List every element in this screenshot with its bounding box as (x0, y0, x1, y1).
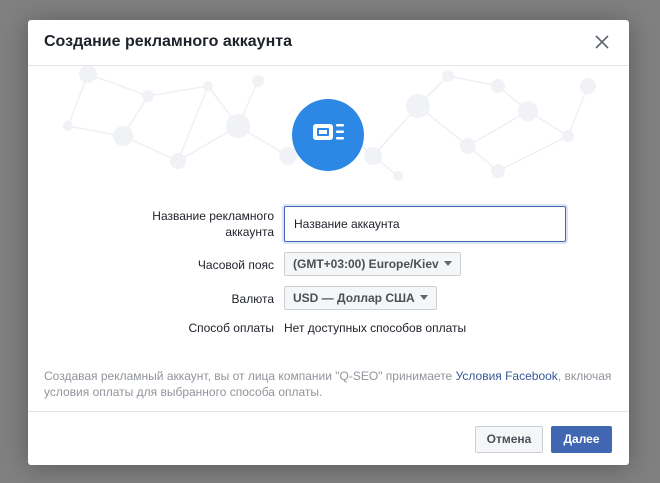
timezone-value: (GMT+03:00) Europe/Kiev (293, 257, 439, 271)
payment-method-label: Способ оплаты (188, 321, 274, 335)
account-name-label-line1: Название рекламного (152, 209, 274, 223)
disclaimer-text-before: Создавая рекламный аккаунт, вы от лица к… (44, 369, 456, 383)
currency-select[interactable]: USD — Доллар США (284, 286, 437, 310)
account-name-label: Название рекламного аккаунта (28, 208, 274, 240)
timezone-select[interactable]: (GMT+03:00) Europe/Kiev (284, 252, 461, 276)
chevron-down-icon (419, 295, 428, 300)
currency-value: USD — Доллар США (293, 291, 415, 305)
cancel-button[interactable]: Отмена (475, 426, 543, 453)
account-name-input[interactable] (284, 206, 566, 242)
payment-method-value: Нет доступных способов оплаты (284, 321, 467, 335)
dialog-title: Создание рекламного аккаунта (44, 33, 292, 50)
timezone-label: Часовой пояс (197, 258, 274, 272)
facebook-terms-link[interactable]: Условия Facebook (456, 369, 558, 383)
account-name-label-line2: аккаунта (225, 225, 274, 239)
dialog-footer: Отмена Далее (28, 411, 629, 465)
chevron-down-icon (443, 261, 452, 266)
currency-label: Валюта (231, 292, 274, 306)
dialog-header: Создание рекламного аккаунта (28, 20, 629, 66)
create-ad-account-dialog: Создание рекламного аккаунта Название ре… (28, 20, 629, 465)
close-icon[interactable] (593, 33, 611, 51)
terms-disclaimer: Создавая рекламный аккаунт, вы от лица к… (44, 368, 616, 400)
ad-account-badge (292, 99, 364, 171)
ad-account-icon (313, 124, 344, 140)
next-button[interactable]: Далее (551, 426, 612, 453)
